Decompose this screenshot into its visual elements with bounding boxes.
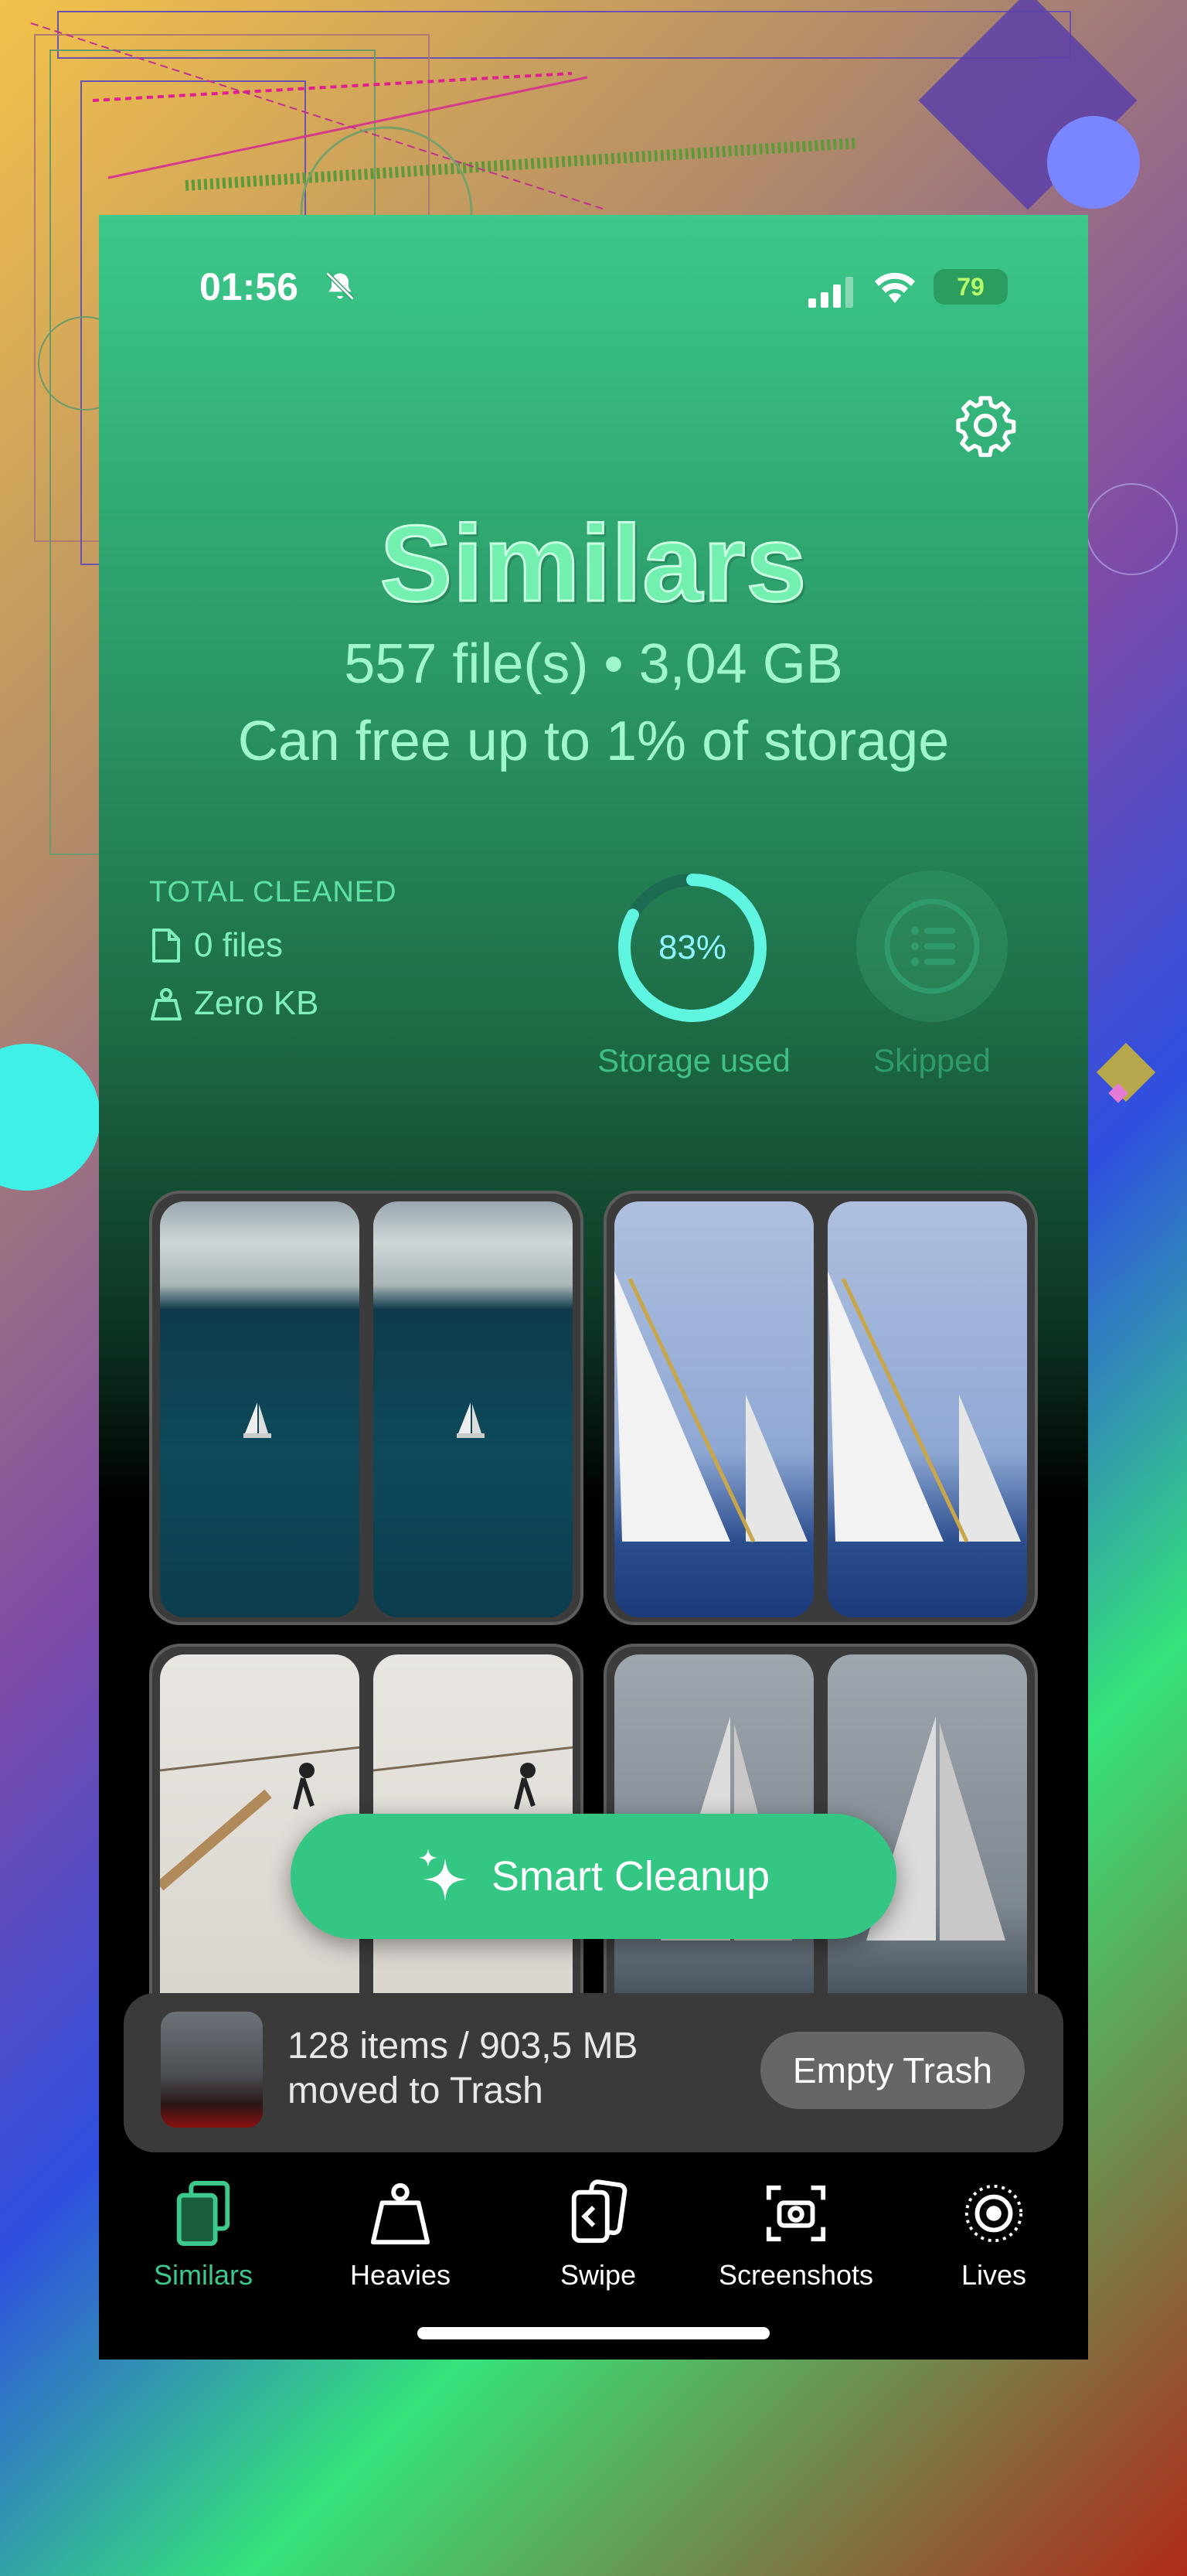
tab-label: Heavies (349, 2259, 451, 2291)
status-bar: 01:56 79 (99, 215, 1088, 362)
background-diamond (1108, 1083, 1128, 1103)
storage-percent: 83% (658, 929, 727, 966)
trash-status: moved to Trash (287, 2070, 543, 2111)
sailboat-graphic (828, 1271, 1021, 1543)
background-diamond (918, 0, 1138, 210)
skipped-button[interactable] (856, 871, 1008, 1022)
smart-cleanup-label: Smart Cleanup (491, 1853, 770, 1900)
tab-similars[interactable]: Similars (111, 2179, 296, 2291)
tab-heavies[interactable]: Heavies (308, 2179, 493, 2291)
gear-icon[interactable] (953, 393, 1018, 458)
skipped-label: Skipped (873, 1042, 991, 1078)
tab-label: Screenshots (718, 2259, 874, 2291)
weight-icon (151, 988, 182, 1021)
battery-indicator: 79 (934, 269, 1008, 305)
sailboat-graphic (614, 1271, 808, 1543)
cleaned-files-row: 0 files (149, 926, 283, 965)
smart-cleanup-button[interactable]: Smart Cleanup (291, 1814, 896, 1939)
tab-lives[interactable]: Lives (901, 2179, 1087, 2291)
background-ring (1086, 483, 1178, 575)
home-indicator (417, 2327, 770, 2339)
empty-trash-button[interactable]: Empty Trash (760, 2032, 1025, 2109)
tab-swipe[interactable]: Swipe (505, 2179, 691, 2291)
weight-icon (370, 2182, 430, 2245)
sailboat-graphic (243, 1402, 271, 1438)
background-diamond (1096, 1042, 1156, 1102)
swipe-icon (571, 2179, 628, 2244)
bell-muted-icon (325, 271, 355, 301)
trash-count: 128 items / 903,5 MB (287, 2026, 638, 2067)
live-photo-icon (964, 2184, 1023, 2243)
cleaned-size-value: Zero KB (194, 984, 319, 1022)
status-time: 01:56 (199, 265, 298, 308)
tab-label: Lives (961, 2259, 1027, 2291)
total-cleaned-label: TOTAL CLEANED (149, 876, 397, 908)
cleaned-size-row: Zero KB (149, 984, 318, 1023)
cellular-signal-icon (808, 277, 853, 308)
sparkles-icon (418, 1849, 467, 1901)
photo-thumbnail (614, 1201, 814, 1617)
similar-group-card[interactable] (604, 1191, 1038, 1625)
storage-ring: 83% (615, 871, 770, 1025)
page-title: Similars (99, 501, 1088, 626)
photo-thumbnail (373, 1201, 573, 1617)
photo-thumbnail (828, 1201, 1027, 1617)
storage-used-label: Storage used (597, 1042, 791, 1078)
list-icon (884, 898, 980, 994)
files-summary: 557 file(s) • 3,04 GB (344, 633, 843, 695)
tab-bar: Similars Heavies Swipe Screenshots Lives (99, 2163, 1088, 2318)
tab-screenshots[interactable]: Screenshots (703, 2179, 889, 2291)
tab-label: Similars (153, 2259, 253, 2291)
trash-banner: 128 items / 903,5 MB moved to Trash Empt… (124, 1993, 1063, 2152)
phone-screen: 01:56 79 Similars 557 file(s) • 3,04 GB … (99, 215, 1088, 2360)
photo-thumbnail (160, 1201, 359, 1617)
sailboat-graphic (457, 1402, 485, 1438)
similars-icon (176, 2180, 230, 2247)
similar-group-card[interactable] (149, 1191, 583, 1625)
wifi-icon (875, 272, 915, 303)
tab-label: Swipe (559, 2259, 637, 2291)
background-circle (1047, 116, 1140, 209)
file-icon (152, 929, 180, 963)
trash-summary: 128 items / 903,5 MB moved to Trash (287, 2024, 638, 2114)
screenshot-icon (766, 2185, 826, 2242)
cleaned-files-value: 0 files (194, 926, 283, 964)
trash-thumbnail (161, 2012, 263, 2128)
background-circle (0, 1044, 100, 1191)
free-up-text: Can free up to 1% of storage (237, 710, 950, 772)
page-title-text: Similars (379, 502, 808, 625)
